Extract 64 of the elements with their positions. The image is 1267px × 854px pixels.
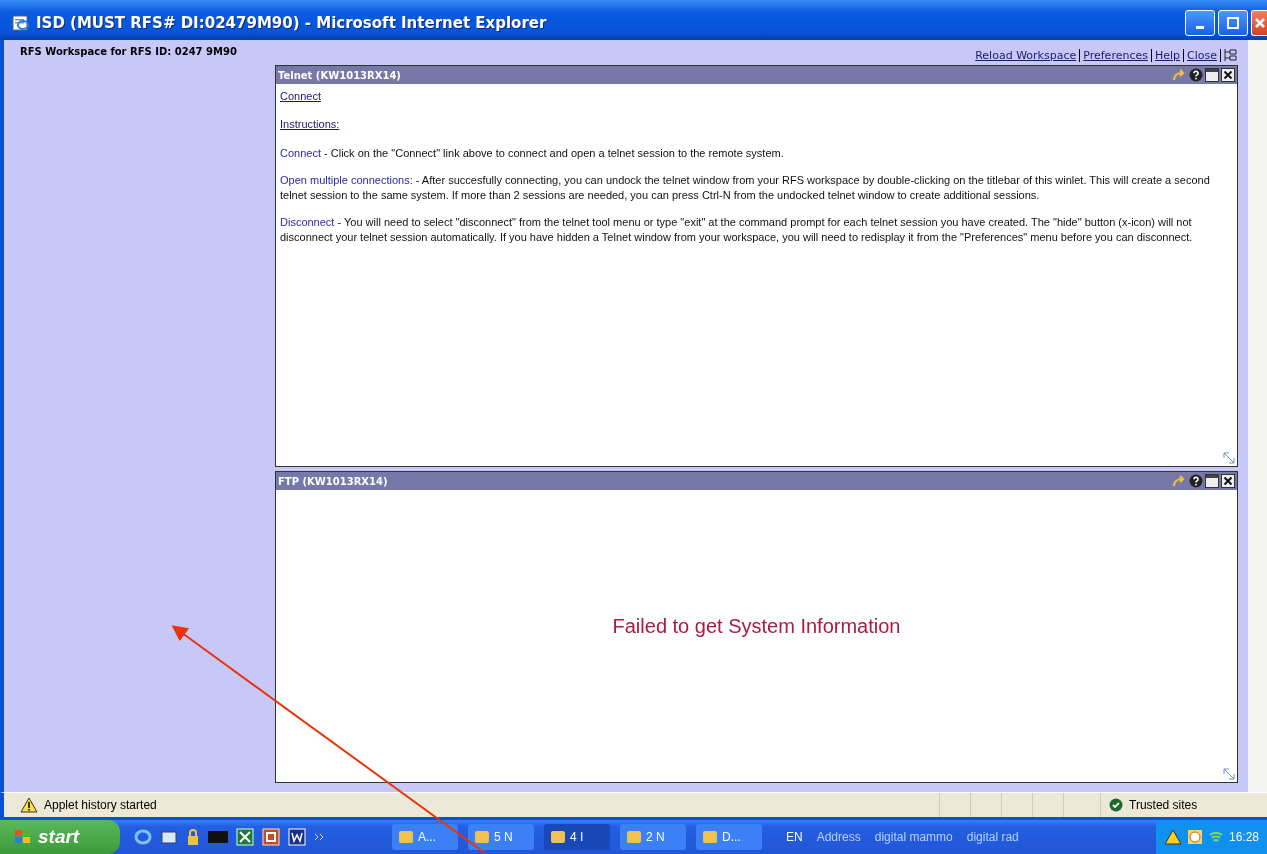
app-icon [626,829,642,845]
workspace-link[interactable]: Close [1187,48,1221,62]
taskbar-toolbar[interactable]: digital mammo [874,830,953,844]
minimize-icon [1196,25,1204,29]
instruction-paragraph: Open multiple connections: - After succesfully connecting, you can undock the telnet window from your RFS workspace by double-clicking on the titlebar of this winlet. This will create a second telnet session to the same system. If more than 2 sessions are needed, you can press Ctrl-N from the undocked telnet window to create additional sessions. [280,173,1211,203]
winlet-title: Telnet (KW1013RX14) [278,69,401,81]
mail-icon[interactable] [160,828,178,846]
resize-icon[interactable] [1223,452,1235,464]
close-icon[interactable] [1221,68,1235,82]
start-button[interactable]: start [0,820,120,854]
close-icon[interactable] [1221,474,1235,488]
workspace-link[interactable]: Reload Workspace [975,48,1081,62]
app-icon [474,829,490,845]
scroll-bar[interactable] [1248,40,1267,792]
document-icon[interactable] [288,828,306,846]
language-indicator[interactable]: EN [786,830,803,844]
help-icon[interactable] [1189,474,1203,488]
clock: 16:28 [1228,830,1259,844]
instruction-paragraph: Connect - Click on the "Connect" link above to connect and open a telnet session to the remote system. [280,146,784,161]
layout-icon[interactable] [1224,48,1238,62]
terminal-icon[interactable] [208,830,228,844]
app-icon [702,829,718,845]
warning-icon [20,797,38,813]
browser-icon[interactable] [134,828,152,846]
window-title: ISD (MUST RFS# DI:02479M90) - Microsoft Internet Explorer [36,14,547,32]
winlet-titlebar[interactable]: Telnet (KW1013RX14) [276,66,1237,84]
maximize-icon [1227,17,1239,29]
taskbar-toolbar[interactable]: Address [816,830,861,844]
app-icon [398,829,414,845]
help-icon[interactable] [1189,68,1203,82]
spreadsheet-icon[interactable] [236,828,254,846]
chevron-icon[interactable] [314,832,326,842]
app-icon [550,829,566,845]
connect-link[interactable]: Connect [280,90,321,102]
check-icon [1109,798,1123,812]
status-message: Applet history started [44,798,157,812]
windows-logo [14,829,32,845]
minimize-button[interactable] [1185,10,1215,36]
security-zone: Trusted sites [1129,798,1198,812]
resize-icon[interactable] [1223,768,1235,780]
warning-icon[interactable] [1163,829,1182,845]
maximize-icon[interactable] [1205,474,1219,488]
taskbar-button[interactable]: A... [392,824,458,850]
presentation-icon[interactable] [262,828,280,846]
lock-icon[interactable] [186,828,200,846]
close-button[interactable] [1251,10,1267,36]
maximize-icon[interactable] [1205,68,1219,82]
maximize-button[interactable] [1218,10,1248,36]
taskbar-button[interactable]: 2 N [620,824,686,850]
taskbar-toolbar[interactable]: digital rad [966,830,1019,844]
winlet-title: FTP (KW1013RX14) [278,475,388,487]
taskbar-button[interactable]: 4 I [544,824,610,850]
instructions-link[interactable]: Instructions: [280,118,340,130]
instruction-paragraph: Disconnect - You will need to select "disconnect" from the telnet tool menu or type "exit" at the command prompt for each telnet session you have created. The "hide" button (x-icon) will not disconnect your telnet session automatically. If you have hidden a Telnet window from your workspace, you will need to redisplay it from the "Preferences" menu before you can disconnect. [280,215,1194,245]
workspace-link[interactable]: Preferences [1083,48,1152,62]
taskbar-button[interactable]: D... [696,824,762,850]
error-message: Failed to get System Information [612,614,901,638]
page-icon [12,15,30,31]
workspace-link[interactable]: Help [1154,48,1185,62]
close-icon [1254,18,1265,28]
taskbar-button[interactable]: 5 N [468,824,534,850]
winlet-titlebar[interactable]: FTP (KW1013RX14) [276,472,1237,490]
workspace-heading: RFS Workspace for RFS ID: 0247 9M90 [20,46,237,57]
clock-icon[interactable] [1186,829,1203,845]
